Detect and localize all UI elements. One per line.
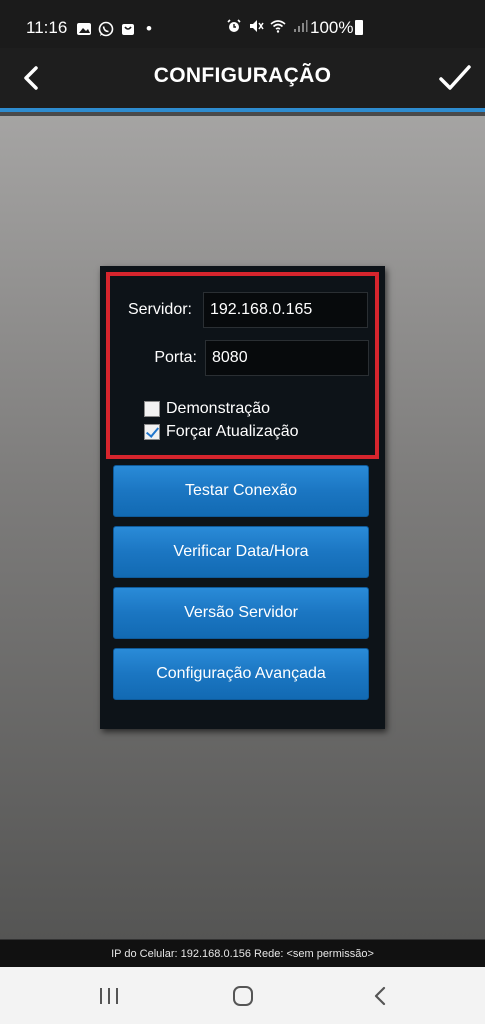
recent-apps-icon[interactable] — [95, 983, 123, 1009]
system-nav-bar — [0, 967, 485, 1024]
port-label: Porta: — [154, 349, 197, 366]
status-bar: 11:16 • 100% — [0, 0, 485, 48]
whatsapp-icon — [98, 21, 114, 37]
status-dot: • — [146, 19, 152, 38]
advanced-config-button[interactable]: Configuração Avançada — [113, 648, 369, 700]
notification-icons: • — [76, 19, 152, 39]
page-title: CONFIGURAÇÃO — [153, 64, 332, 87]
force-update-label: Forçar Atualização — [166, 423, 299, 440]
server-label: Servidor: — [127, 301, 192, 318]
demo-checkbox-row[interactable]: Demonstração — [144, 400, 270, 418]
shopping-bag-icon — [122, 24, 134, 35]
mute-icon — [250, 20, 264, 32]
signal-icon — [294, 20, 308, 32]
force-update-checkbox-row[interactable]: Forçar Atualização — [144, 423, 299, 441]
status-time: 11:16 — [26, 18, 68, 37]
port-input[interactable] — [205, 340, 369, 376]
force-update-checkbox[interactable] — [144, 424, 160, 440]
demo-label: Demonstração — [166, 400, 271, 417]
info-bar: IP do Celular: 192.168.0.156 Rede: <sem … — [0, 939, 485, 967]
battery-percent: 100% — [310, 18, 354, 37]
server-input[interactable] — [203, 292, 368, 328]
system-icons — [226, 18, 308, 34]
demo-checkbox[interactable] — [144, 401, 160, 417]
gallery-icon — [77, 23, 91, 35]
alarm-icon — [227, 19, 241, 32]
test-connection-button[interactable]: Testar Conexão — [113, 465, 369, 517]
home-icon[interactable] — [229, 983, 257, 1009]
app-header: CONFIGURAÇÃO — [0, 48, 485, 112]
wifi-icon — [270, 20, 286, 33]
checkmark-icon[interactable] — [435, 58, 475, 98]
battery-icon — [355, 20, 363, 35]
info-text: IP do Celular: 192.168.0.156 Rede: <sem … — [111, 947, 374, 960]
verify-datetime-button[interactable]: Verificar Data/Hora — [113, 526, 369, 578]
server-version-button[interactable]: Versão Servidor — [113, 587, 369, 639]
back-icon[interactable] — [366, 983, 394, 1009]
